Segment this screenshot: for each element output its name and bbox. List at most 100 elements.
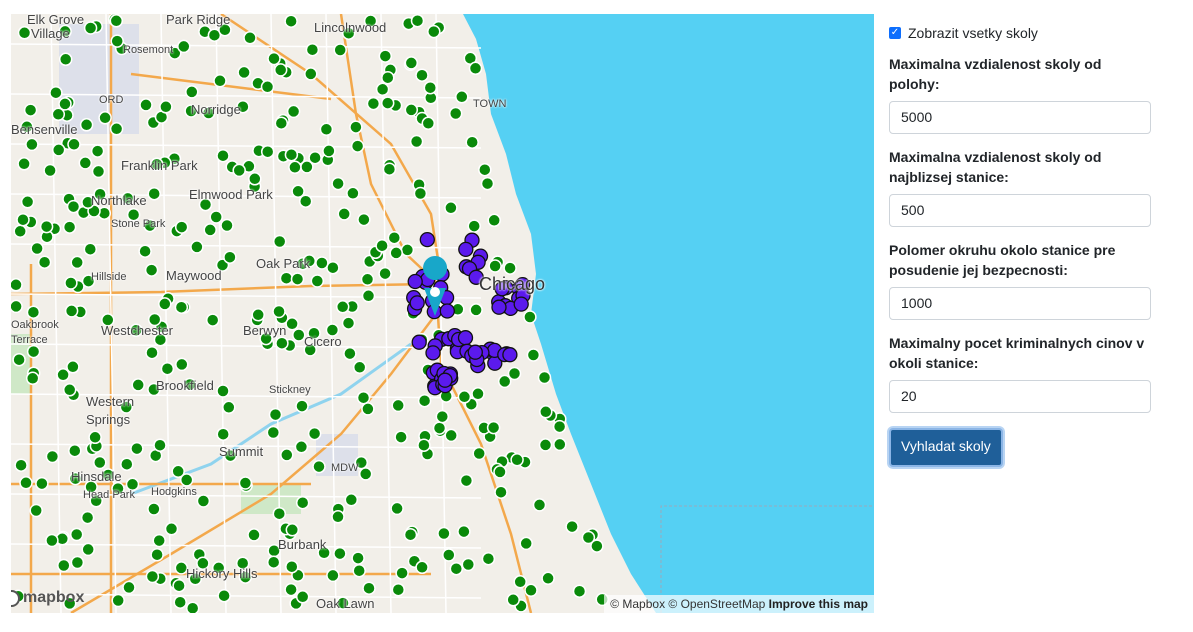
school-marker [220, 218, 234, 233]
school-marker [160, 361, 175, 376]
max-distance-location-input[interactable]: 5000 [889, 101, 1151, 134]
school-marker [177, 39, 191, 54]
station-radius-input[interactable]: 1000 [889, 287, 1151, 320]
map-label: Norridge [191, 102, 241, 117]
map-label: Hillside [91, 271, 127, 283]
school-marker [91, 164, 106, 179]
school-marker [319, 122, 334, 137]
school-marker [216, 384, 230, 398]
school-marker [510, 453, 524, 467]
school-marker [331, 176, 345, 191]
school-marker [513, 575, 527, 589]
school-marker [366, 96, 381, 111]
school-marker [394, 430, 408, 444]
school-marker [16, 212, 30, 227]
school-marker [147, 502, 161, 516]
school-marker [20, 195, 35, 209]
school-marker [423, 80, 438, 95]
selected-school-marker [407, 273, 423, 290]
show-all-schools-toggle[interactable]: ✓ Zobrazit vsetky skoly [889, 25, 1151, 41]
school-marker [98, 111, 112, 125]
school-marker [335, 300, 350, 314]
school-marker [260, 144, 275, 159]
school-marker [64, 304, 79, 318]
school-marker [444, 428, 458, 443]
mapbox-logo-text: mapbox [23, 589, 85, 606]
school-marker [448, 106, 463, 121]
school-marker [238, 476, 253, 490]
school-marker [375, 238, 389, 253]
map-label: Northlake [91, 193, 147, 208]
school-marker [417, 393, 432, 408]
map-label: Summit [219, 444, 264, 459]
school-marker [284, 14, 298, 28]
school-marker [11, 299, 23, 314]
school-marker [333, 546, 347, 561]
school-marker [30, 241, 44, 256]
school-marker [415, 68, 429, 82]
school-marker [164, 522, 179, 536]
school-marker [461, 557, 476, 572]
school-marker [260, 80, 275, 94]
selected-school-marker [467, 344, 483, 360]
school-marker [144, 263, 159, 277]
search-schools-button[interactable]: Vyhladat skoly [889, 428, 1003, 467]
max-crimes-input[interactable]: 20 [889, 380, 1151, 413]
school-marker [395, 566, 409, 580]
school-marker [415, 560, 429, 575]
map-label: Franklin Park [121, 158, 198, 173]
school-marker [480, 176, 495, 191]
school-marker [552, 419, 567, 434]
map-attribution: © Mapbox © OpenStreetMap Improve this ma… [604, 595, 874, 613]
school-marker [410, 14, 425, 28]
school-marker [524, 583, 538, 598]
school-marker [196, 494, 211, 508]
school-marker [421, 116, 436, 131]
map-canvas[interactable] [11, 14, 874, 613]
map-label: Hickory Hills [186, 566, 258, 581]
map-label: Bensenville [11, 122, 78, 137]
school-marker [11, 278, 23, 292]
school-marker [295, 590, 310, 604]
checkbox-icon[interactable]: ✓ [889, 27, 901, 39]
school-marker [315, 256, 329, 270]
school-marker [455, 90, 469, 104]
selected-school-marker [437, 372, 453, 388]
map-label: Springs [86, 412, 131, 427]
school-marker [172, 578, 186, 593]
school-marker [222, 400, 236, 415]
improve-map-link[interactable]: Improve this map [769, 597, 868, 611]
map-view[interactable]: Elk Grove Village Park Ridge Lincolnwood Ros… [11, 14, 874, 613]
school-marker [285, 317, 299, 331]
school-marker [120, 457, 134, 471]
school-marker [506, 593, 520, 607]
school-marker [109, 122, 124, 136]
max-distance-station-input[interactable]: 500 [889, 194, 1151, 227]
school-marker [322, 144, 336, 158]
school-marker [478, 162, 492, 177]
map-label: Village [31, 26, 70, 41]
school-marker [457, 390, 472, 404]
school-marker [209, 210, 223, 224]
map-label: Western [86, 394, 135, 409]
school-marker [35, 476, 49, 491]
school-marker [519, 536, 533, 551]
school-marker [581, 530, 596, 545]
map-label: Elmwood Park [189, 187, 273, 202]
map-label: Brookfield [156, 378, 214, 393]
school-marker [25, 137, 39, 152]
attribution-text[interactable]: © Mapbox © OpenStreetMap [610, 597, 765, 611]
school-marker [39, 219, 54, 234]
school-marker [300, 160, 314, 174]
school-marker [469, 303, 483, 317]
school-marker [486, 420, 501, 435]
school-marker [417, 438, 431, 452]
selected-school-marker [491, 299, 507, 315]
school-marker [25, 371, 40, 386]
map-label: Head Park [83, 489, 135, 501]
school-marker [391, 582, 406, 597]
school-marker [266, 425, 281, 440]
school-marker [507, 366, 522, 381]
school-marker [565, 519, 579, 534]
school-marker [62, 220, 77, 234]
